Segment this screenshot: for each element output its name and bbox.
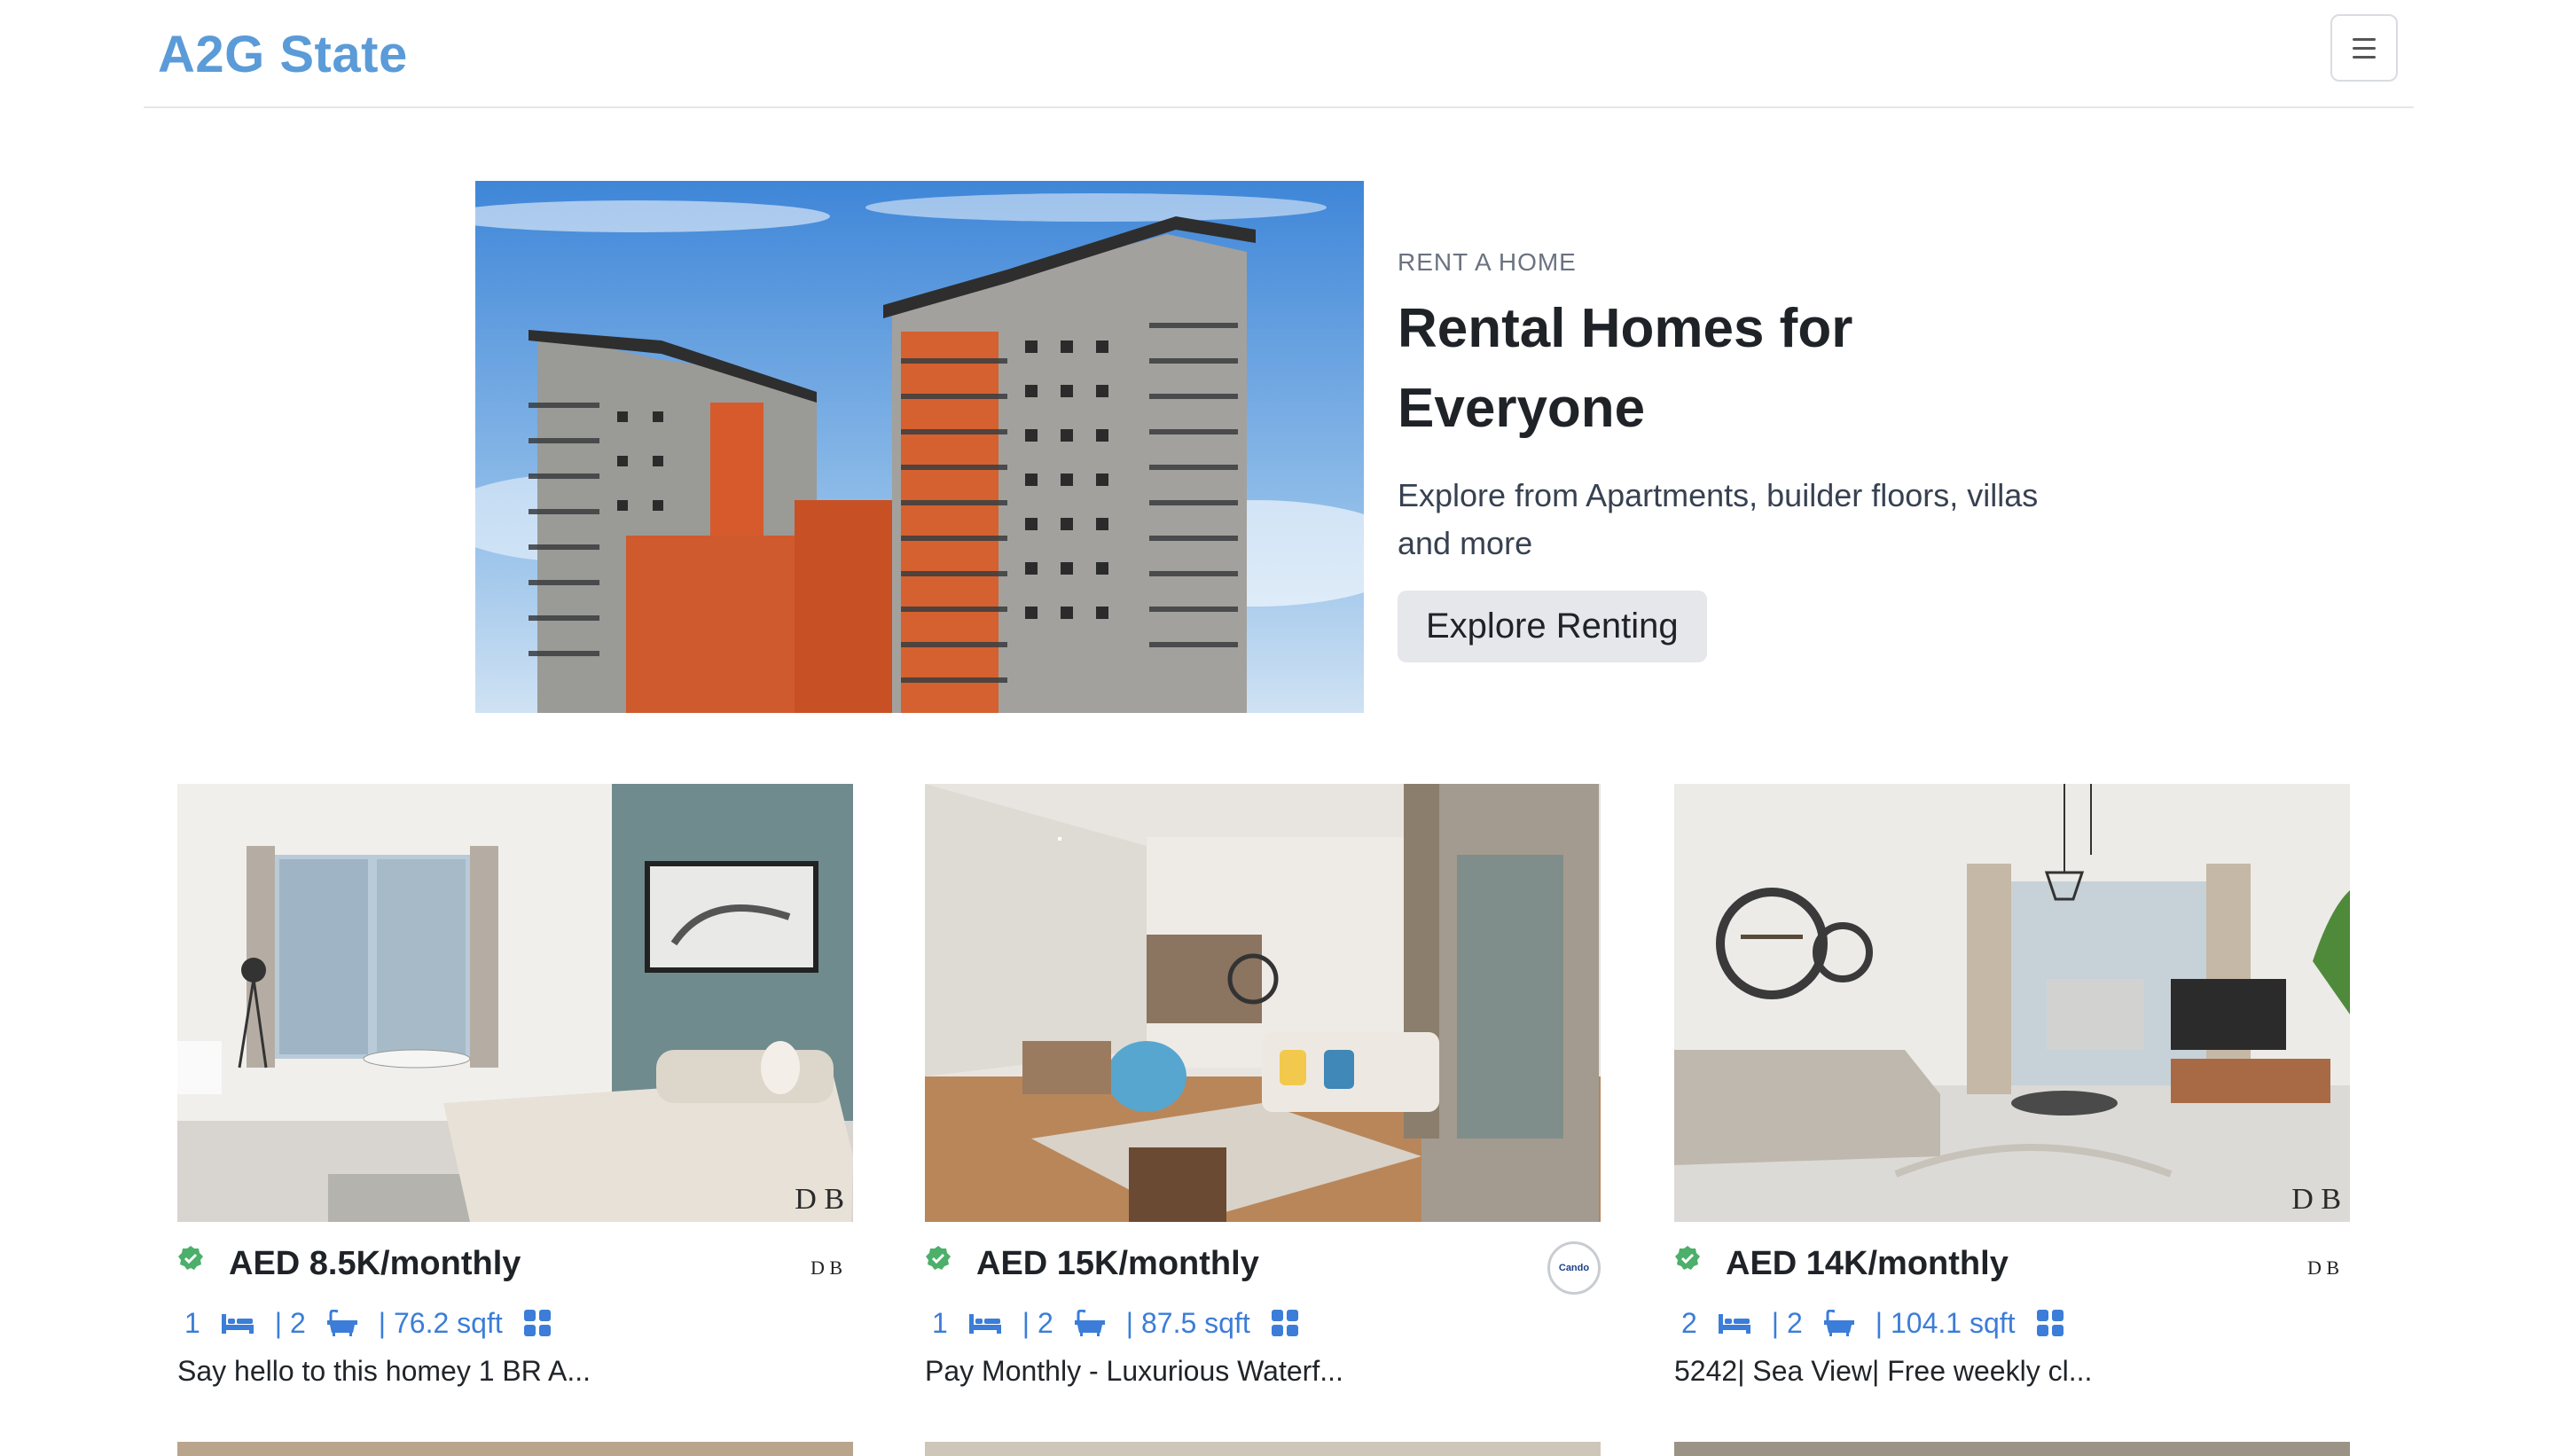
beds-count: 1 (184, 1306, 200, 1339)
bed-icon (968, 1314, 1001, 1334)
area-value: | 104.1 sqft (1875, 1306, 2016, 1339)
hero-title-line: Everyone (1398, 378, 1646, 439)
hero-title: Rental Homes for Everyone (1398, 289, 2107, 449)
listing-watermark: D B (795, 1183, 844, 1216)
baths-count: | 2 (274, 1306, 306, 1339)
listing-specs: 1 | 2 | 87.5 sqft (925, 1305, 1601, 1341)
baths-count: | 2 (1022, 1306, 1053, 1339)
grid-icon (1271, 1310, 1298, 1336)
verified-icon (178, 1246, 203, 1270)
listing-photo-peek[interactable] (177, 1442, 853, 1456)
brand-logo[interactable]: A2G State (158, 25, 408, 84)
hero-subtitle-line: Explore from Apartments, builder floors,… (1398, 477, 2039, 513)
menu-icon-bar (2353, 55, 2376, 59)
navbar: A2G State (144, 0, 2414, 108)
menu-toggle-button[interactable] (2330, 14, 2398, 82)
listing-price: AED 15K/monthly (976, 1245, 1259, 1282)
bed-icon (221, 1314, 254, 1334)
menu-icon (2353, 37, 2376, 41)
grid-icon (2036, 1310, 2064, 1336)
listing-photo[interactable] (925, 784, 1601, 1222)
listing-specs: 1 | 2 | 76.2 sqft (177, 1305, 853, 1341)
price-row: AED 8.5K/monthly D B (177, 1241, 853, 1298)
area-value: | 76.2 sqft (378, 1306, 503, 1339)
listing-description[interactable]: 5242| Sea View| Free weekly cl... (1674, 1355, 2350, 1388)
listing-description[interactable]: Pay Monthly - Luxurious Waterf... (925, 1355, 1601, 1388)
listing-card[interactable]: D B AED 8.5K/monthly D B 1 | 2 | 76.2 sq… (177, 784, 853, 1388)
menu-icon-bar (2353, 46, 2376, 50)
listing-photo[interactable]: D B (177, 784, 853, 1222)
baths-count: | 2 (1771, 1306, 1803, 1339)
beds-count: 2 (1681, 1306, 1697, 1339)
bath-icon (326, 1310, 357, 1336)
watermark-text: D B (795, 1183, 844, 1216)
verified-icon (926, 1246, 951, 1270)
price-row: AED 14K/monthly D B (1674, 1241, 2350, 1298)
verified-icon (1675, 1246, 1700, 1270)
listing-photo[interactable]: D B (1674, 784, 2350, 1222)
hero-eyebrow: RENT A HOME (1398, 248, 1577, 276)
bed-icon (1718, 1314, 1750, 1334)
bath-icon (1074, 1310, 1105, 1336)
listing-specs: 2 | 2 | 104.1 sqft (1674, 1305, 2350, 1341)
agency-logo[interactable]: D B (800, 1241, 853, 1295)
hero-building-image (475, 181, 1364, 713)
listing-description[interactable]: Say hello to this homey 1 BR A... (177, 1355, 853, 1388)
listing-card[interactable]: D B AED 14K/monthly D B 2 | 2 | 104.1 sq… (1674, 784, 2350, 1388)
hero-subtitle-line: and more (1398, 525, 1533, 561)
price-row: AED 15K/monthly Cando (925, 1241, 1601, 1298)
agency-logo[interactable]: Cando (1547, 1241, 1601, 1295)
hero-subtitle: Explore from Apartments, builder floors,… (1398, 472, 2071, 568)
listing-photo-peek[interactable] (925, 1442, 1601, 1456)
beds-count: 1 (932, 1306, 948, 1339)
explore-renting-button[interactable]: Explore Renting (1398, 591, 1707, 662)
listing-watermark: D B (2291, 1183, 2341, 1216)
hero-title-line: Rental Homes for (1398, 298, 1853, 359)
listing-price: AED 8.5K/monthly (229, 1245, 521, 1282)
bath-icon (1823, 1310, 1854, 1336)
area-value: | 87.5 sqft (1125, 1306, 1250, 1339)
hero-text: RENT A HOME Rental Homes for Everyone Ex… (1398, 248, 2107, 662)
listing-photo-peek[interactable] (1674, 1442, 2350, 1456)
listing-price: AED 14K/monthly (1726, 1245, 2009, 1282)
grid-icon (523, 1310, 551, 1336)
listing-card[interactable]: AED 15K/monthly Cando 1 | 2 | 87.5 sqft … (925, 784, 1601, 1388)
agency-logo[interactable]: D B (2297, 1241, 2350, 1295)
watermark-text: D B (2291, 1183, 2341, 1216)
